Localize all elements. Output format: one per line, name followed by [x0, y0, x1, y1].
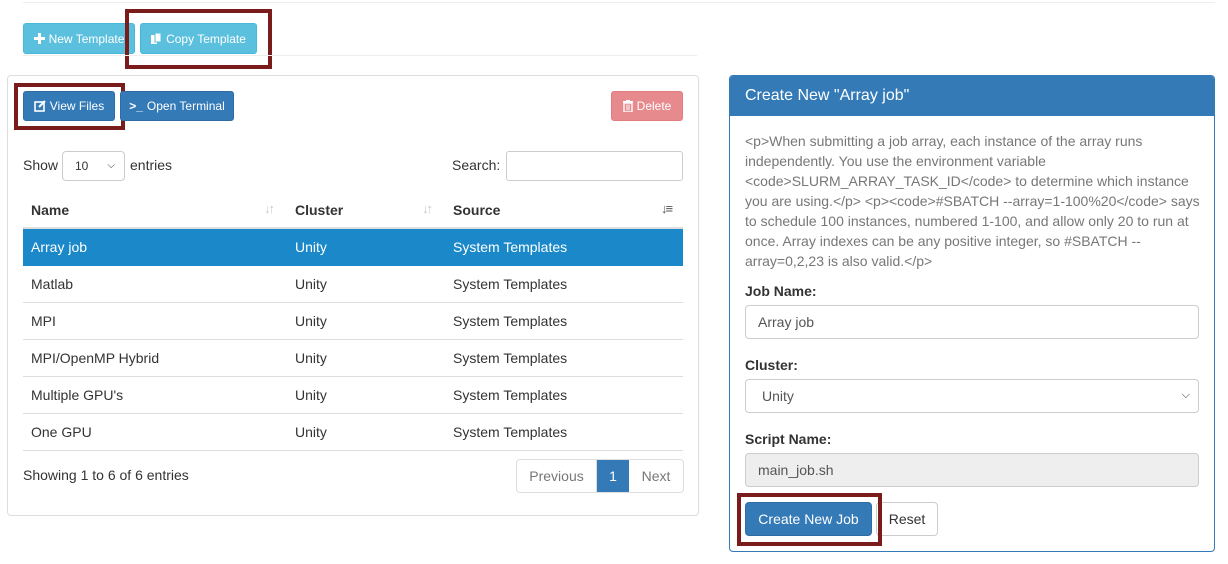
- templates-table: Name ↓↑ Cluster ↓↑ Source ↓≡ Array job Un…: [23, 191, 683, 451]
- reset-label: Reset: [888, 511, 926, 527]
- cell-cluster: Unity: [295, 313, 327, 329]
- chevron-down-icon: ⌵: [1181, 389, 1190, 401]
- create-new-job-label: Create New Job: [758, 511, 859, 527]
- cluster-label: Cluster:: [745, 357, 798, 373]
- table-body: Array job Unity System Templates Matlab Unit…: [23, 229, 683, 451]
- cell-cluster: Unity: [295, 350, 327, 366]
- script-name-value: main_job.sh: [758, 462, 834, 478]
- pagination-page-1[interactable]: 1: [597, 460, 629, 492]
- table-row[interactable]: MPI Unity System Templates: [23, 303, 683, 340]
- copy-icon: [151, 32, 162, 45]
- reset-button[interactable]: Reset: [876, 502, 938, 536]
- table-header: Name ↓↑ Cluster ↓↑ Source ↓≡: [23, 191, 683, 229]
- column-header-cluster[interactable]: Cluster: [295, 202, 343, 218]
- cell-name: Matlab: [31, 276, 74, 292]
- cell-name: Multiple GPU's: [31, 387, 124, 403]
- cell-source: System Templates: [453, 424, 568, 440]
- cell-source: System Templates: [453, 239, 568, 255]
- job-name-input[interactable]: Array job: [745, 305, 1199, 339]
- search-input[interactable]: [506, 151, 683, 181]
- edit-icon: [33, 100, 46, 112]
- table-row[interactable]: Matlab Unity System Templates: [23, 266, 683, 303]
- toolbar-divider: [23, 55, 697, 56]
- script-name-label: Script Name:: [745, 431, 832, 447]
- new-template-label: New Template: [48, 31, 125, 46]
- sort-icon[interactable]: ↓↑: [264, 201, 275, 216]
- cell-name: One GPU: [31, 424, 92, 440]
- view-files-label: View Files: [49, 99, 105, 113]
- chevron-down-icon: ⌵: [107, 160, 115, 171]
- pagination-previous[interactable]: Previous: [517, 460, 597, 492]
- cluster-select[interactable]: Unity ⌵: [745, 379, 1199, 413]
- column-header-source[interactable]: Source: [453, 202, 500, 218]
- table-info: Showing 1 to 6 of 6 entries: [23, 467, 189, 483]
- page-length-value: 10: [75, 159, 89, 173]
- cell-name: MPI: [31, 313, 56, 329]
- pagination-next[interactable]: Next: [629, 460, 683, 492]
- show-label: Show: [23, 157, 59, 173]
- cell-source: System Templates: [453, 276, 568, 292]
- copy-template-button[interactable]: Copy Template: [140, 23, 257, 54]
- create-new-job-button[interactable]: Create New Job: [745, 502, 872, 536]
- cell-cluster: Unity: [295, 276, 327, 292]
- entries-label: entries: [130, 157, 173, 173]
- job-name-value: Array job: [758, 314, 815, 330]
- sort-icon[interactable]: ↓↑: [422, 201, 433, 216]
- template-description: <p>When submitting a job array, each ins…: [745, 133, 1200, 269]
- script-name-input[interactable]: main_job.sh: [745, 453, 1199, 487]
- table-row[interactable]: Multiple GPU's Unity System Templates: [23, 377, 683, 414]
- trash-icon: [622, 100, 633, 112]
- panel-title: Create New "Array job": [730, 76, 1214, 116]
- table-row[interactable]: Array job Unity System Templates: [23, 229, 683, 266]
- cell-cluster: Unity: [295, 239, 327, 255]
- pagination: Previous 1 Next: [516, 459, 684, 493]
- table-row[interactable]: MPI/OpenMP Hybrid Unity System Templates: [23, 340, 683, 377]
- job-name-label: Job Name:: [745, 283, 817, 299]
- view-files-button[interactable]: View Files: [23, 91, 115, 121]
- plus-icon: [33, 33, 45, 44]
- column-header-name[interactable]: Name: [31, 202, 69, 218]
- page-length-select[interactable]: 10 ⌵: [62, 151, 125, 181]
- delete-button[interactable]: Delete: [611, 91, 683, 121]
- open-terminal-label: Open Terminal: [146, 99, 225, 113]
- copy-template-label: Copy Template: [166, 31, 246, 46]
- create-job-panel: Create New "Array job" <p>When submittin…: [729, 75, 1215, 552]
- terminal-icon: >_: [129, 99, 143, 113]
- new-template-button[interactable]: New Template: [23, 23, 135, 54]
- cell-cluster: Unity: [295, 424, 327, 440]
- sort-asc-icon[interactable]: ↓≡: [661, 201, 673, 216]
- delete-label: Delete: [636, 99, 672, 113]
- cell-source: System Templates: [453, 313, 568, 329]
- cell-cluster: Unity: [295, 387, 327, 403]
- cell-name: Array job: [31, 239, 88, 255]
- cell-source: System Templates: [453, 350, 568, 366]
- cell-name: MPI/OpenMP Hybrid: [31, 350, 160, 366]
- search-label: Search:: [452, 157, 501, 173]
- open-terminal-button[interactable]: >_ Open Terminal: [120, 91, 234, 121]
- table-row[interactable]: One GPU Unity System Templates: [23, 414, 683, 451]
- cluster-value: Unity: [762, 388, 794, 404]
- cell-source: System Templates: [453, 387, 568, 403]
- top-divider: [23, 2, 1215, 3]
